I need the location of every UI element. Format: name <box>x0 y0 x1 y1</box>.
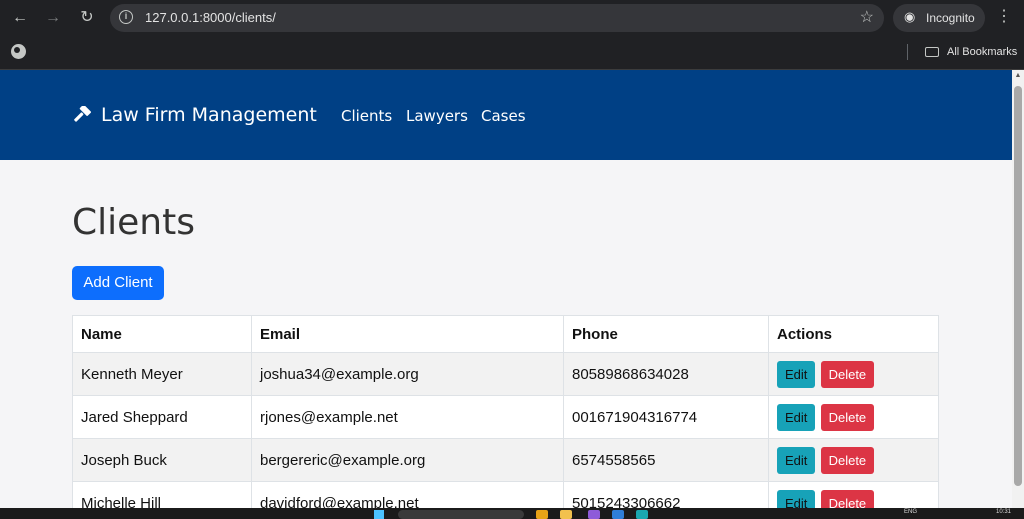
edit-button[interactable]: Edit <box>777 403 816 431</box>
client-email: bergereric@example.org <box>251 438 564 482</box>
delete-button[interactable]: Delete <box>820 489 875 508</box>
scroll-thumb[interactable] <box>1014 86 1022 486</box>
nav-link-lawyers[interactable]: Lawyers <box>406 107 468 125</box>
add-client-button[interactable]: Add Client <box>72 266 164 300</box>
language-indicator[interactable]: ENG <box>904 509 917 515</box>
browser-toolbar: ← → ↻ i 127.0.0.1:8000/clients/ ☆ ◉ Inco… <box>0 0 1024 36</box>
globe-icon[interactable] <box>11 44 26 59</box>
bookmarks-divider <box>907 44 908 60</box>
header-email: Email <box>251 315 564 353</box>
client-name: Kenneth Meyer <box>72 352 252 396</box>
scroll-up-arrow-icon[interactable]: ▲ <box>1014 72 1022 80</box>
page-viewport: Law Firm Management Clients Lawyers Case… <box>0 70 1012 508</box>
client-phone: 6574558565 <box>563 438 769 482</box>
forward-arrow-icon[interactable]: → <box>41 6 65 30</box>
client-phone: 80589868634028 <box>563 352 769 396</box>
edit-button[interactable]: Edit <box>777 360 816 388</box>
address-bar[interactable]: i 127.0.0.1:8000/clients/ ☆ <box>110 4 884 32</box>
client-email: davidford@example.net <box>251 481 564 508</box>
client-phone: 001671904316774 <box>563 395 769 439</box>
file-explorer-icon[interactable] <box>560 510 572 519</box>
gavel-icon <box>74 106 91 122</box>
row-actions: Edit Delete <box>768 438 939 482</box>
clock[interactable]: 10:31 <box>996 509 1011 515</box>
clients-table: Name Email Phone Actions Kenneth Meyer j… <box>72 315 939 508</box>
incognito-label: Incognito <box>926 11 975 25</box>
client-name: Jared Sheppard <box>72 395 252 439</box>
app-icon[interactable] <box>588 510 600 519</box>
client-email: joshua34@example.org <box>251 352 564 396</box>
row-actions: Edit Delete <box>768 395 939 439</box>
vscode-icon[interactable] <box>612 510 624 519</box>
edit-button[interactable]: Edit <box>777 489 816 508</box>
url-text: 127.0.0.1:8000/clients/ <box>145 10 276 25</box>
incognito-icon: ◉ <box>904 9 916 24</box>
table-header-row: Name Email Phone Actions <box>72 315 939 353</box>
header-name: Name <box>72 315 252 353</box>
table-row: Joseph Buck bergereric@example.org 65745… <box>72 438 939 482</box>
brand-link[interactable]: Law Firm Management <box>101 104 317 126</box>
nav-link-clients[interactable]: Clients <box>341 107 392 125</box>
table-row: Jared Sheppard rjones@example.net 001671… <box>72 395 939 439</box>
browser-menu-icon[interactable]: ⋮ <box>996 6 1012 26</box>
nav-link-cases[interactable]: Cases <box>481 107 526 125</box>
header-actions: Actions <box>768 315 939 353</box>
client-phone: 5015243306662 <box>563 481 769 508</box>
browser-taskbar-icon[interactable] <box>636 510 648 519</box>
app-icon[interactable] <box>536 510 548 519</box>
client-name: Michelle Hill <box>72 481 252 508</box>
edit-button[interactable]: Edit <box>777 446 816 474</box>
header-phone: Phone <box>563 315 769 353</box>
back-arrow-icon[interactable]: ← <box>8 6 32 30</box>
client-name: Joseph Buck <box>72 438 252 482</box>
all-bookmarks-link[interactable]: All Bookmarks <box>947 46 1017 58</box>
os-taskbar: ENG 10:31 <box>0 508 1024 519</box>
table-row: Kenneth Meyer joshua34@example.org 80589… <box>72 352 939 396</box>
bookmark-star-icon[interactable]: ☆ <box>860 7 874 27</box>
incognito-badge[interactable]: ◉ Incognito <box>893 4 985 32</box>
site-info-icon[interactable]: i <box>119 10 133 24</box>
page-scrollbar[interactable]: ▲ <box>1012 70 1024 508</box>
taskbar-search[interactable] <box>398 510 524 519</box>
page-title: Clients <box>72 202 195 243</box>
delete-button[interactable]: Delete <box>820 360 875 388</box>
delete-button[interactable]: Delete <box>820 446 875 474</box>
row-actions: Edit Delete <box>768 481 939 508</box>
delete-button[interactable]: Delete <box>820 403 875 431</box>
table-row: Michelle Hill davidford@example.net 5015… <box>72 481 939 508</box>
windows-start-icon[interactable] <box>374 510 384 519</box>
folder-icon <box>925 47 939 57</box>
row-actions: Edit Delete <box>768 352 939 396</box>
reload-icon[interactable]: ↻ <box>75 6 99 30</box>
client-email: rjones@example.net <box>251 395 564 439</box>
bookmarks-bar: All Bookmarks <box>0 36 1024 70</box>
site-navbar: Law Firm Management Clients Lawyers Case… <box>0 70 1012 160</box>
